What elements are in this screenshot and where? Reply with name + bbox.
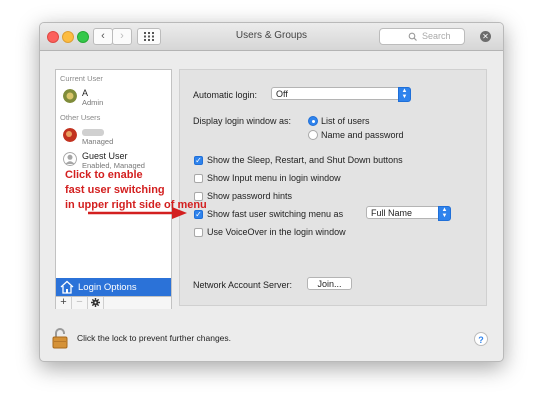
checkbox-password-hints-label: Show password hints <box>207 191 293 201</box>
checkbox-sleep-restart-label: Show the Sleep, Restart, and Shut Down b… <box>207 155 403 165</box>
join-button[interactable]: Join... <box>307 277 352 290</box>
clear-search-button[interactable]: ✕ <box>480 31 491 42</box>
chevron-up-down-icon: ▲ ▼ <box>398 87 411 102</box>
avatar <box>63 152 77 166</box>
user-role: Managed <box>82 137 114 146</box>
gear-button[interactable] <box>88 297 104 309</box>
user-item-admin[interactable]: A Admin <box>60 87 168 111</box>
fast-user-switching-select[interactable]: Full Name ▲ ▼ <box>366 206 451 221</box>
checkbox-input-menu-label: Show Input menu in login window <box>207 173 341 183</box>
automatic-login-value: Off <box>276 89 288 99</box>
network-account-server-label: Network Account Server: <box>193 280 293 290</box>
checkbox-sleep-restart[interactable]: ✓ <box>194 156 203 165</box>
annotation-arrow-icon <box>88 207 187 219</box>
user-name: A <box>82 88 89 98</box>
user-name <box>82 127 104 137</box>
other-users-header: Other Users <box>60 113 101 122</box>
search-icon <box>408 32 417 41</box>
current-user-header: Current User <box>60 74 103 83</box>
house-icon <box>60 280 74 294</box>
automatic-login-select[interactable]: Off ▲ ▼ <box>271 87 411 102</box>
checkbox-input-menu[interactable] <box>194 174 203 183</box>
sidebar-toolbar: + − <box>56 296 171 309</box>
chevron-up-down-icon: ▲ ▼ <box>438 206 451 221</box>
display-login-label: Display login window as: <box>193 116 292 126</box>
sidebar-item-login-options[interactable]: Login Options <box>56 278 171 296</box>
checkbox-voiceover[interactable] <box>194 228 203 237</box>
user-name: Guest User <box>82 151 128 161</box>
redacted-name <box>82 129 104 137</box>
search-field[interactable]: Search <box>379 28 465 45</box>
search-placeholder: Search <box>422 31 451 41</box>
annotation-line-1: Click to enable <box>65 169 143 181</box>
radio-list-of-users[interactable] <box>308 116 318 126</box>
radio-list-of-users-label: List of users <box>321 116 370 126</box>
user-role: Admin <box>82 98 104 107</box>
annotation-line-2: fast user switching <box>65 184 165 196</box>
checkbox-fast-user-switching[interactable]: ✓ <box>194 210 203 219</box>
help-button[interactable]: ? <box>474 332 488 346</box>
user-item-managed[interactable]: Managed <box>60 126 168 150</box>
remove-user-button[interactable]: − <box>72 297 88 309</box>
checkbox-fast-user-switching-label: Show fast user switching menu as <box>207 209 344 219</box>
radio-name-password[interactable] <box>308 130 318 140</box>
lock-status-text: Click the lock to prevent further change… <box>77 333 232 343</box>
lock-button[interactable] <box>52 327 68 351</box>
add-user-button[interactable]: + <box>56 297 72 309</box>
login-options-pane: Automatic login: Off ▲ ▼ Display login wi… <box>179 69 487 306</box>
title-bar: ‹ › Users & Groups Search ✕ <box>40 23 503 51</box>
lock-icon <box>52 328 68 349</box>
avatar <box>63 89 77 103</box>
fast-user-switching-value: Full Name <box>371 208 413 218</box>
gear-icon <box>91 298 100 307</box>
login-options-label: Login Options <box>78 282 137 293</box>
checkbox-voiceover-label: Use VoiceOver in the login window <box>207 227 346 237</box>
automatic-login-label: Automatic login: <box>193 90 258 100</box>
radio-name-password-label: Name and password <box>321 130 404 140</box>
avatar <box>63 128 77 142</box>
